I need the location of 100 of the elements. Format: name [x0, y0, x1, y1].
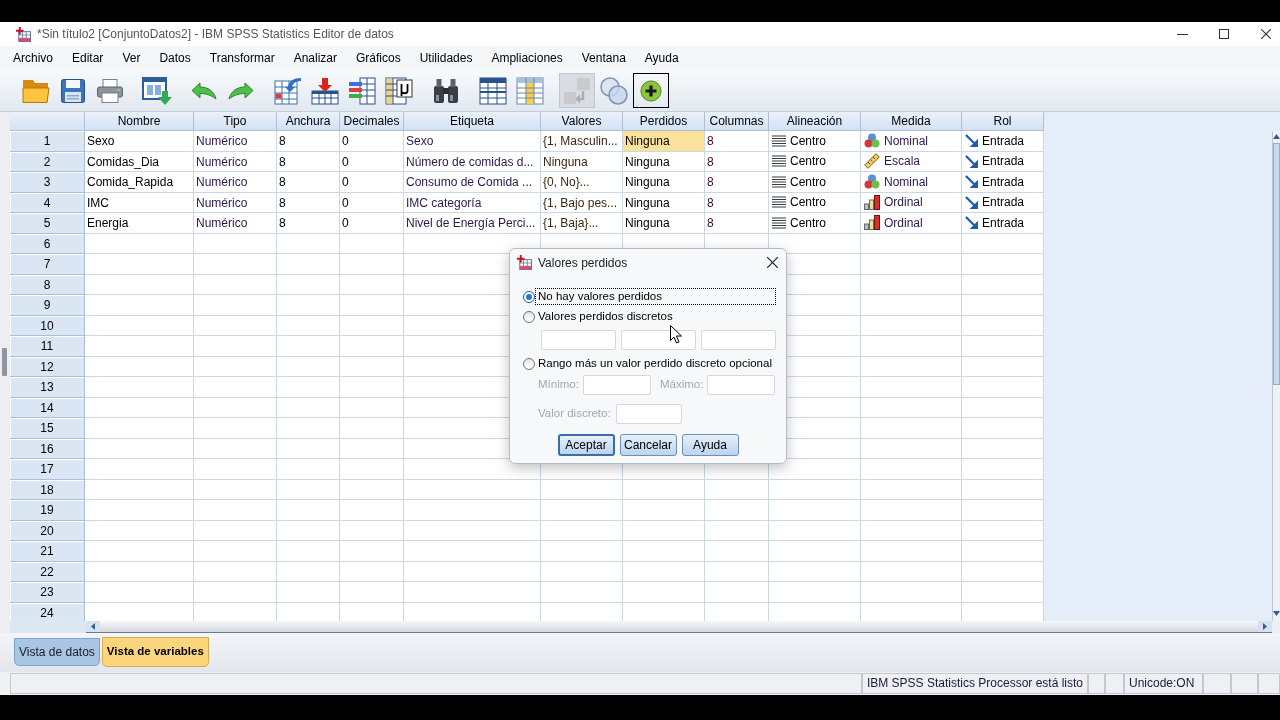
- row-number[interactable]: 10: [10, 315, 85, 336]
- table-arrow-icon: [274, 76, 302, 105]
- menu-item[interactable]: Utilidades: [412, 47, 480, 69]
- table-cell: 8: [277, 172, 340, 193]
- column-header[interactable]: Nombre: [85, 112, 194, 131]
- menu-item[interactable]: Analizar: [286, 47, 344, 69]
- row-number[interactable]: 1: [10, 131, 85, 152]
- dialog-button[interactable]: Aceptar: [557, 434, 615, 456]
- status-field: [1258, 673, 1280, 694]
- row-number[interactable]: 15: [10, 418, 85, 439]
- row-number[interactable]: 22: [10, 561, 85, 582]
- table-cell: [277, 295, 340, 316]
- table-cell: Numérico: [194, 151, 277, 172]
- column-header[interactable]: Decimales: [340, 112, 404, 131]
- toolbar-button[interactable]: [633, 73, 669, 108]
- table-down-arrow-icon: [311, 76, 339, 105]
- table-cell: Ninguna: [623, 131, 705, 152]
- cell-text: Ordinal: [884, 214, 923, 232]
- arrow-icon: [965, 195, 978, 209]
- scroll-left-icon[interactable]: [86, 621, 100, 632]
- table-cell: [340, 397, 404, 418]
- horizontal-scrollbar[interactable]: [86, 621, 1272, 633]
- row-number[interactable]: 20: [10, 520, 85, 541]
- view-tab[interactable]: Vista de datos: [14, 638, 100, 666]
- column-header[interactable]: Columnas: [705, 112, 769, 131]
- balls-icon: [864, 133, 880, 149]
- app-icon: [16, 26, 31, 42]
- row-number[interactable]: 23: [10, 582, 85, 603]
- row-number[interactable]: 18: [10, 479, 85, 500]
- row-number[interactable]: 8: [10, 274, 85, 295]
- menu-item[interactable]: Gráficos: [349, 47, 408, 69]
- row-number[interactable]: 2: [10, 151, 85, 172]
- row-number[interactable]: 3: [10, 172, 85, 193]
- view-tab[interactable]: Vista de variables: [101, 637, 209, 667]
- menu-item[interactable]: Ayuda: [637, 47, 686, 69]
- table-icon: [479, 76, 507, 105]
- maximize-icon[interactable]: [1219, 29, 1229, 39]
- row-number[interactable]: 13: [10, 377, 85, 398]
- align-center-icon: [772, 216, 786, 229]
- table-cell: [340, 561, 404, 582]
- row-number[interactable]: 19: [10, 500, 85, 521]
- close-icon[interactable]: [767, 257, 778, 268]
- row-number[interactable]: 16: [10, 438, 85, 459]
- table-cell: IMC categoría: [404, 192, 541, 213]
- row-number[interactable]: 9: [10, 295, 85, 316]
- menu-item[interactable]: Ventana: [574, 47, 633, 69]
- menu-item[interactable]: Editar: [65, 47, 111, 69]
- mouse-pointer-icon: [670, 325, 682, 344]
- row-number[interactable]: 17: [10, 459, 85, 480]
- menu-item[interactable]: Archivo: [6, 47, 60, 69]
- table-cell: [705, 561, 769, 582]
- minimize-icon[interactable]: [1177, 33, 1188, 35]
- table-cell: Nivel de Energía Perci...: [404, 213, 541, 234]
- row-number[interactable]: 5: [10, 213, 85, 234]
- radio-label[interactable]: Rango más un valor perdido discreto opcional: [535, 355, 775, 372]
- close-icon[interactable]: [1261, 29, 1271, 39]
- table-cell: [340, 336, 404, 357]
- menu-item[interactable]: Datos: [152, 47, 198, 69]
- radio-button[interactable]: [523, 357, 535, 370]
- table-cell: 8: [277, 151, 340, 172]
- scrollbar-thumb[interactable]: [1273, 143, 1280, 385]
- vertical-scrollbar[interactable]: [1272, 131, 1280, 621]
- row-number[interactable]: 11: [10, 336, 85, 357]
- column-header[interactable]: Etiqueta: [404, 112, 541, 131]
- row-number[interactable]: 12: [10, 356, 85, 377]
- column-header[interactable]: Alineación: [769, 112, 861, 131]
- row-number[interactable]: 14: [10, 397, 85, 418]
- column-header[interactable]: Tipo: [194, 112, 277, 131]
- table-cell: 8: [277, 131, 340, 152]
- column-header[interactable]: Rol: [962, 112, 1044, 131]
- table-cell: Ninguna: [623, 192, 705, 213]
- menu-item[interactable]: Ampliaciones: [484, 47, 570, 69]
- table-cell: Numérico: [194, 131, 277, 152]
- column-header[interactable]: Valores: [541, 112, 623, 131]
- row-number[interactable]: 7: [10, 254, 85, 275]
- menu-item[interactable]: Ver: [115, 47, 148, 69]
- splitter-handle[interactable]: [2, 348, 7, 376]
- column-header[interactable]: Perdidos: [623, 112, 705, 131]
- row-number[interactable]: 6: [10, 233, 85, 254]
- radio-button[interactable]: [523, 290, 535, 303]
- scroll-right-icon[interactable]: [1258, 621, 1272, 632]
- column-header[interactable]: Medida: [861, 112, 962, 131]
- balls-icon: [864, 174, 880, 190]
- dialog-button[interactable]: Ayuda: [681, 434, 739, 456]
- row-number[interactable]: 4: [10, 192, 85, 213]
- radio-label[interactable]: Valores perdidos discretos: [535, 308, 676, 325]
- align-center-icon: [772, 134, 786, 147]
- row-number[interactable]: 21: [10, 541, 85, 562]
- cell-text: Entrada: [982, 153, 1025, 171]
- column-header[interactable]: Anchura: [277, 112, 340, 131]
- dialog-title: Valores perdidos: [538, 254, 628, 272]
- window-title: *Sin título2 [ConjuntoDatos2] - IBM SPSS Statistics Editor de datos: [37, 26, 394, 43]
- table-cell: 0: [340, 172, 404, 193]
- menu-item[interactable]: Transformar: [202, 47, 282, 69]
- radio-label[interactable]: No hay valores perdidos: [535, 288, 776, 305]
- table-cell: [277, 520, 340, 541]
- table-cell: [340, 295, 404, 316]
- radio-button[interactable]: [523, 310, 535, 323]
- dialog-button[interactable]: Cancelar: [619, 434, 677, 456]
- table-cell: 8: [705, 172, 769, 193]
